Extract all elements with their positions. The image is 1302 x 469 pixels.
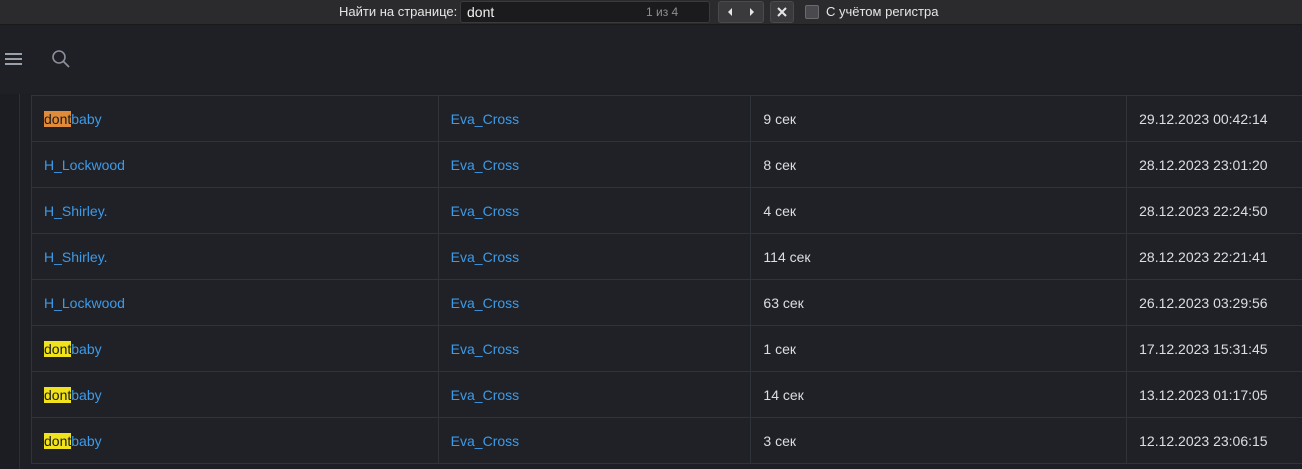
admin-cell: Eva_Cross xyxy=(439,96,752,141)
close-icon xyxy=(777,7,787,17)
admin-link[interactable]: Eva_Cross xyxy=(451,157,519,173)
table-row: H_Shirley. Eva_Cross 4 сек 28.12.2023 22:24… xyxy=(32,188,1302,234)
admin-link[interactable]: Eva_Cross xyxy=(451,249,519,265)
user-cell: dontbaby xyxy=(32,96,439,141)
records-table: dontbaby Eva_Cross 9 сек 29.12.2023 00:42:1… xyxy=(31,95,1302,464)
duration-cell: 4 сек xyxy=(751,188,1128,233)
admin-link[interactable]: Eva_Cross xyxy=(451,203,519,219)
user-link[interactable]: H_Shirley. xyxy=(44,203,108,219)
user-cell: H_Lockwood xyxy=(32,142,439,187)
admin-cell: Eva_Cross xyxy=(439,188,752,233)
search-match-highlight: dont xyxy=(44,386,72,403)
duration-cell: 3 сек xyxy=(751,418,1128,463)
user-link-suffix: baby xyxy=(71,340,102,357)
duration-cell: 114 сек xyxy=(751,234,1128,279)
datetime-cell: 29.12.2023 00:42:14 xyxy=(1139,110,1268,127)
search-match-highlight: dont xyxy=(44,340,72,357)
duration-cell: 1 сек xyxy=(751,326,1128,371)
admin-link[interactable]: Eva_Cross xyxy=(451,111,519,127)
admin-cell: Eva_Cross xyxy=(439,372,752,417)
user-link[interactable]: H_Lockwood xyxy=(44,157,125,173)
search-match-highlight: dont xyxy=(44,432,72,449)
admin-link[interactable]: Eva_Cross xyxy=(451,341,519,357)
user-cell: H_Shirley. xyxy=(32,188,439,233)
find-prev-button[interactable] xyxy=(719,2,741,22)
user-link[interactable]: dontbaby xyxy=(44,432,102,449)
table-row: dontbaby Eva_Cross 14 сек 13.12.2023 01:17:… xyxy=(32,372,1302,418)
user-link-suffix: baby xyxy=(71,432,102,449)
admin-link[interactable]: Eva_Cross xyxy=(451,387,519,403)
user-cell: H_Shirley. xyxy=(32,234,439,279)
table-row: dontbaby Eva_Cross 9 сек 29.12.2023 00:42:1… xyxy=(32,96,1302,142)
find-match-count: 1 из 4 xyxy=(646,5,679,19)
user-cell: dontbaby xyxy=(32,326,439,371)
chevron-left-icon xyxy=(728,8,732,16)
search-button[interactable] xyxy=(51,49,71,74)
find-label: Найти на странице: xyxy=(339,4,458,19)
datetime-cell: 28.12.2023 22:24:50 xyxy=(1139,202,1268,219)
datetime-cell: 12.12.2023 23:06:15 xyxy=(1139,432,1268,449)
find-nav-group xyxy=(718,1,764,23)
datetime-cell: 17.12.2023 15:31:45 xyxy=(1139,340,1268,357)
user-link[interactable]: dontbaby xyxy=(44,386,102,403)
search-icon xyxy=(52,50,70,68)
user-link[interactable]: dontbaby xyxy=(44,110,102,127)
table-row: H_Lockwood Eva_Cross 8 сек 28.12.2023 23:01… xyxy=(32,142,1302,188)
table-row: dontbaby Eva_Cross 3 сек 12.12.2023 23:06:1… xyxy=(32,418,1302,464)
table-row: dontbaby Eva_Cross 1 сек 17.12.2023 15:31:4… xyxy=(32,326,1302,372)
user-cell: dontbaby xyxy=(32,372,439,417)
menu-icon xyxy=(5,53,22,65)
top-toolbar xyxy=(0,26,1302,94)
user-cell: dontbaby xyxy=(32,418,439,463)
user-cell: H_Lockwood xyxy=(32,280,439,325)
admin-cell: Eva_Cross xyxy=(439,280,752,325)
datetime-cell: 26.12.2023 03:29:56 xyxy=(1139,294,1268,311)
menu-button[interactable] xyxy=(5,52,22,71)
user-link[interactable]: H_Lockwood xyxy=(44,295,125,311)
duration-cell: 8 сек xyxy=(751,142,1128,187)
chevron-right-icon xyxy=(750,8,754,16)
match-case-checkbox[interactable] xyxy=(805,5,819,19)
sidebar-edge xyxy=(0,94,20,469)
table-row: H_Lockwood Eva_Cross 63 сек 26.12.2023 03:2… xyxy=(32,280,1302,326)
datetime-cell: 13.12.2023 01:17:05 xyxy=(1139,386,1268,403)
table-row: H_Shirley. Eva_Cross 114 сек 28.12.2023 22:… xyxy=(32,234,1302,280)
find-bar: Найти на странице: 1 из 4 С учётом регис… xyxy=(0,0,1302,25)
admin-cell: Eva_Cross xyxy=(439,142,752,187)
match-case-label: С учётом регистра xyxy=(826,4,939,19)
admin-link[interactable]: Eva_Cross xyxy=(451,295,519,311)
user-link[interactable]: H_Shirley. xyxy=(44,249,108,265)
admin-cell: Eva_Cross xyxy=(439,234,752,279)
user-link-suffix: baby xyxy=(71,110,102,127)
datetime-cell: 28.12.2023 22:21:41 xyxy=(1139,248,1268,265)
admin-link[interactable]: Eva_Cross xyxy=(451,433,519,449)
search-match-highlight: dont xyxy=(44,110,72,127)
duration-cell: 63 сек xyxy=(751,280,1128,325)
find-next-button[interactable] xyxy=(741,2,763,22)
user-link-suffix: baby xyxy=(71,386,102,403)
user-link[interactable]: dontbaby xyxy=(44,340,102,357)
datetime-cell: 28.12.2023 23:01:20 xyxy=(1139,156,1268,173)
duration-cell: 9 сек xyxy=(751,96,1128,141)
find-close-button[interactable] xyxy=(770,1,794,23)
admin-cell: Eva_Cross xyxy=(439,326,752,371)
duration-cell: 14 сек xyxy=(751,372,1128,417)
admin-cell: Eva_Cross xyxy=(439,418,752,463)
